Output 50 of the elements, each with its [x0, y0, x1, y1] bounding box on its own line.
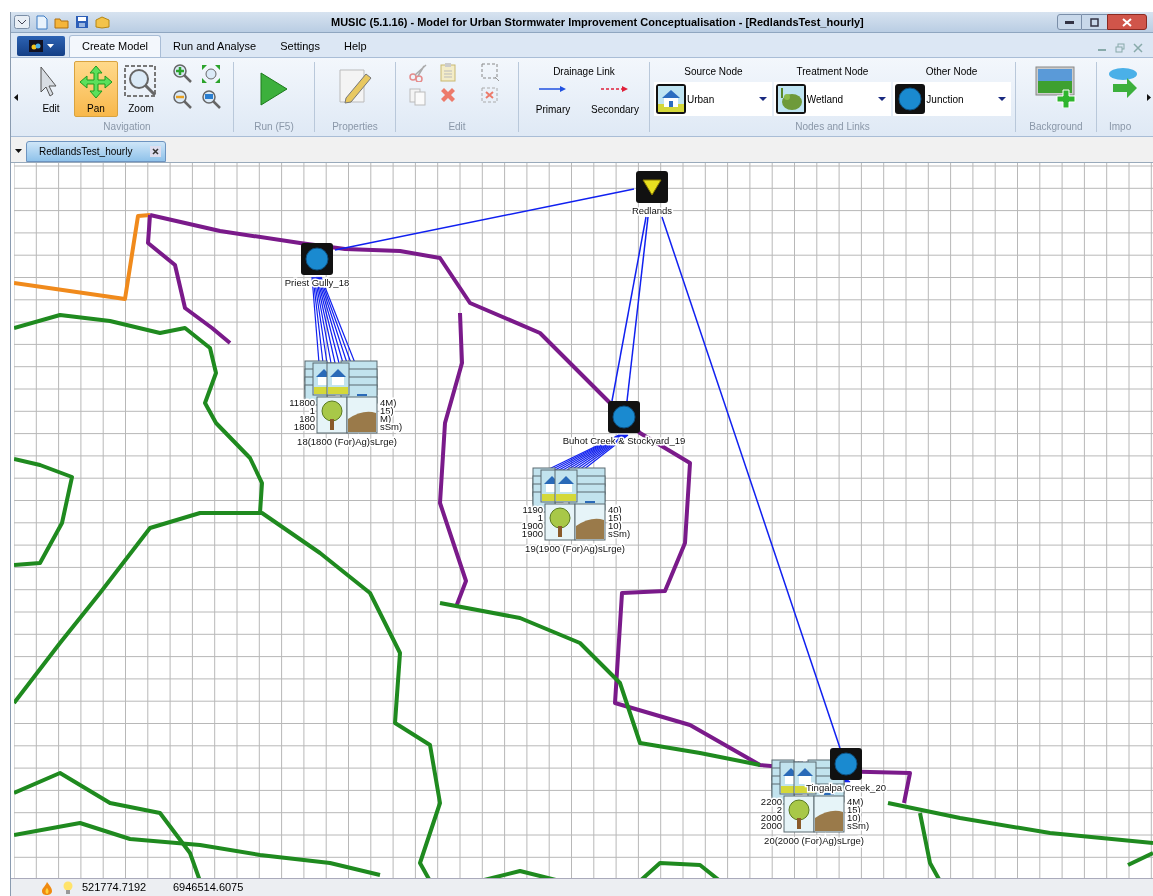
- node-label: 19(1900 (For)Ag)sLrge): [525, 543, 625, 554]
- group-label: Run (F5): [254, 120, 294, 134]
- node-type-dropdown[interactable]: Junction: [893, 82, 1011, 116]
- drainage-link-heading: Drainage Link: [553, 65, 615, 79]
- node-label: 4M): [380, 397, 397, 408]
- tool-button[interactable]: Zoom: [119, 61, 163, 117]
- node-label: Tingalpa Creek_20: [806, 782, 886, 793]
- node-type-heading: Source Node: [683, 65, 744, 79]
- ribbon-tab[interactable]: Settings: [268, 35, 332, 57]
- ribbon-tab[interactable]: Help: [331, 35, 379, 57]
- node-label: 15): [847, 804, 861, 815]
- tool-button[interactable]: Edit: [29, 61, 73, 117]
- document-tab[interactable]: RedlandsTest_hourly: [26, 141, 166, 162]
- node-label: 18(1800 (For)Ag)sLrge): [297, 436, 397, 447]
- node-label: 40): [608, 504, 622, 515]
- node-type-heading: Treatment Node: [795, 65, 870, 79]
- northing-coordinate: 6946514.6075: [173, 880, 244, 896]
- group-label: Properties: [332, 120, 378, 134]
- node-label: 20(2000 (For)Ag)sLrge): [764, 835, 864, 846]
- node-label: 1: [309, 405, 315, 416]
- ribbon-tab[interactable]: Create Model: [69, 35, 162, 57]
- ribbon-tab[interactable]: Run and Analyse: [161, 35, 269, 57]
- easting-coordinate: 521774.7192: [82, 880, 148, 896]
- node-type-dropdown[interactable]: Urban: [654, 82, 772, 116]
- node-label: Redlands: [631, 205, 673, 216]
- link-type-button[interactable]: Secondary: [587, 85, 643, 117]
- node-label: 2000: [760, 812, 782, 823]
- node-label: 4M): [847, 796, 864, 807]
- node-label: 180: [299, 413, 315, 424]
- node-label: 1900: [521, 528, 543, 539]
- tool-button[interactable]: Pan: [74, 61, 118, 117]
- node-label: 10): [847, 812, 861, 823]
- group-label: Impo: [1109, 120, 1132, 134]
- node-label: 1: [537, 512, 543, 523]
- node-label: 2200: [760, 796, 782, 807]
- node-type-heading: Other Node: [924, 65, 979, 79]
- window-title: MUSIC (5.1.16) - Model for Urban Stormwater Improvement Conceptualisation - [RedlandsTest_hourly]: [331, 14, 864, 30]
- node-label: 1190: [522, 504, 543, 515]
- link-type-button[interactable]: Primary: [525, 85, 581, 117]
- group-label: Background: [1029, 120, 1083, 134]
- group-label: Navigation: [102, 120, 152, 134]
- node-label: 11800: [289, 397, 315, 408]
- node-label: 2000: [760, 820, 782, 831]
- node-label: 2: [776, 804, 782, 815]
- group-label: Edit: [447, 120, 467, 134]
- node-label: 1900: [521, 520, 543, 531]
- group-label: Nodes and Links: [794, 120, 871, 134]
- node-type-dropdown[interactable]: Wetland: [773, 82, 892, 116]
- node-label: 1800: [293, 421, 315, 432]
- node-label: 10): [608, 520, 622, 531]
